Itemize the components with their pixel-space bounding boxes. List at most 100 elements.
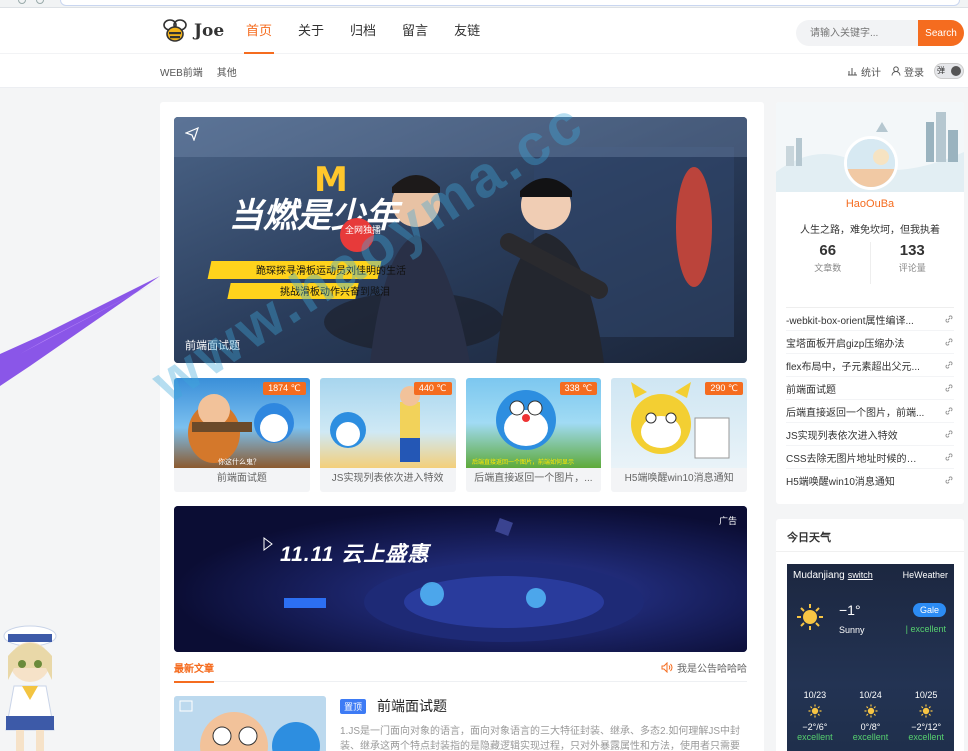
- feed-tabs: 最新文章 我是公告哈哈哈: [174, 656, 747, 683]
- featured-card[interactable]: 后端直接返回一个图片，前端如何显示 338 ℃ 后端直接返回一个图片，...: [465, 378, 602, 492]
- stats-link[interactable]: 统计: [847, 64, 881, 79]
- card-thumbnail: 你这什么鬼？ 1874 ℃: [174, 378, 310, 468]
- featured-card[interactable]: 你这什么鬼？ 1874 ℃ 前端面试题: [174, 378, 310, 492]
- weather-brand[interactable]: HeWeather: [903, 570, 948, 580]
- link-icon: [945, 338, 953, 346]
- wind-badge: Gale: [912, 603, 946, 617]
- list-item[interactable]: 后端直接返回一个图片，前端...: [786, 399, 954, 422]
- recent-post-title: CSS去除无图片地址时候的边框: [786, 453, 926, 465]
- list-item[interactable]: -webkit-box-orient属性编译...: [786, 307, 954, 330]
- speaker-icon: [661, 662, 673, 673]
- stat-articles: 66 文章数: [786, 242, 870, 284]
- category-web-frontend[interactable]: WEB前端: [160, 64, 203, 79]
- back-icon[interactable]: [18, 0, 26, 4]
- hero-banner[interactable]: 当燃是少年 M 全网独播 跪琛探寻滑板运动员刘佳明的生活 挑战滑板动作兴奋到飚泪…: [174, 117, 747, 363]
- featured-card[interactable]: 440 ℃ JS实现列表依次进入特效: [319, 378, 456, 492]
- search-button[interactable]: Search: [918, 20, 964, 46]
- recent-posts: -webkit-box-orient属性编译... 宝塔面板开启gizp压缩办法…: [786, 307, 954, 491]
- stat-label: 文章数: [814, 263, 842, 273]
- list-item[interactable]: CSS去除无图片地址时候的边框: [786, 445, 954, 468]
- avatar[interactable]: [844, 136, 898, 190]
- card-overlay-text: 后端直接返回一个图片，前端如何显示: [472, 458, 574, 466]
- forecast-day: 10/23 −2°/6° excellent: [787, 690, 843, 742]
- list-item[interactable]: 宝塔面板开启gizp压缩办法: [786, 330, 954, 353]
- nav-links[interactable]: 友链: [454, 8, 480, 54]
- card-title: JS实现列表依次进入特效: [331, 473, 444, 484]
- city-name: Mudanjiang: [793, 570, 845, 581]
- author-stats: 66 文章数 133 评论量: [786, 242, 954, 284]
- reload-icon[interactable]: [36, 0, 44, 4]
- barrage-toggle[interactable]: 弹: [934, 63, 964, 79]
- pinned-badge: 置顶: [340, 699, 367, 714]
- list-item[interactable]: flex布局中，子元素超出父元...: [786, 353, 954, 376]
- stat-comments: 133 评论量: [869, 242, 955, 284]
- recent-post-title: H5端唤醒win10消息通知: [786, 476, 895, 488]
- mascot-character[interactable]: [0, 620, 60, 751]
- ad-image: [174, 506, 747, 652]
- login-label: 登录: [904, 67, 924, 79]
- author-name[interactable]: HaoOuBa: [776, 198, 964, 210]
- announcement[interactable]: 我是公告哈哈哈: [661, 660, 747, 675]
- address-bar[interactable]: [60, 0, 960, 6]
- weather-city: Mudanjiang switch: [793, 570, 873, 581]
- card-thumbnail: 440 ℃: [319, 378, 456, 468]
- recent-post-title: -webkit-box-orient属性编译...: [786, 315, 914, 327]
- toggle-label: 弹: [937, 66, 945, 75]
- stats-label: 统计: [861, 67, 881, 79]
- heat-badge: 1874 ℃: [263, 382, 306, 395]
- search-input[interactable]: [796, 20, 918, 46]
- card-thumbnail: 后端直接返回一个图片，前端如何显示 338 ℃: [465, 378, 602, 468]
- sun-icon: [864, 704, 877, 718]
- recent-post-title: 宝塔面板开启gizp压缩办法: [786, 338, 905, 350]
- article-item[interactable]: 置顶 前端面试题 1.JS是一门面向对象的语言，面向对象语言的三大特征封装、继承…: [174, 696, 747, 751]
- header-tools: 统计 登录 弹: [847, 63, 964, 79]
- list-item[interactable]: JS实现列表依次进入特效: [786, 422, 954, 445]
- poster-tag: 全网独播: [345, 224, 381, 236]
- tab-latest-articles[interactable]: 最新文章: [174, 660, 214, 683]
- list-item[interactable]: 前端面试题: [786, 376, 954, 399]
- weather-panel: Mudanjiang switch HeWeather −1° Sunny Gal…: [787, 564, 954, 751]
- poster-line-2: 挑战滑板动作兴奋到飚泪: [280, 285, 390, 298]
- forecast-date: 10/25: [914, 690, 938, 700]
- link-icon: [945, 430, 953, 438]
- forecast-range: −2°/12°: [911, 722, 942, 732]
- nav-archive[interactable]: 归档: [350, 8, 376, 54]
- stat-label: 评论量: [898, 263, 926, 273]
- nav-guestbook[interactable]: 留言: [402, 8, 428, 54]
- nav-home[interactable]: 首页: [243, 8, 275, 54]
- link-icon: [945, 407, 953, 415]
- weather-widget: 今日天气 Mudanjiang switch HeWeather −1° Sunn…: [776, 519, 964, 751]
- ad-headline: 11.11 云上盛惠: [280, 543, 430, 566]
- sun-icon: [797, 604, 823, 630]
- forecast-quality: excellent: [852, 732, 889, 742]
- category-other[interactable]: 其他: [217, 64, 237, 79]
- featured-card[interactable]: 290 ℃ H5端唤醒win10消息通知: [611, 378, 747, 492]
- list-item[interactable]: H5端唤醒win10消息通知: [786, 468, 954, 491]
- article-title[interactable]: 前端面试题: [377, 696, 447, 716]
- login-link[interactable]: 登录: [891, 64, 924, 79]
- divider: [776, 551, 964, 552]
- send-icon[interactable]: [185, 127, 199, 141]
- author-card: HaoOuBa 人生之路，难免坎坷，但我执着 66 文章数 133 评论量 -w…: [776, 102, 964, 504]
- featured-cards: 你这什么鬼？ 1874 ℃ 前端面试题 440 ℃ JS实现列表依次进入特效 后…: [174, 378, 747, 492]
- card-thumbnail: 290 ℃: [611, 378, 747, 468]
- card-title: H5端唤醒win10消息通知: [624, 473, 734, 484]
- site-logo[interactable]: Joe: [160, 16, 224, 46]
- category-nav: WEB前端 其他: [160, 64, 237, 79]
- switch-city-link[interactable]: switch: [848, 570, 873, 580]
- nav-about[interactable]: 关于: [298, 8, 324, 54]
- poster-line-1: 跪琛探寻滑板运动员刘佳明的生活: [256, 264, 406, 277]
- heat-badge: 290 ℃: [705, 382, 743, 395]
- card-overlay-text: 你这什么鬼？: [218, 457, 260, 466]
- heat-badge: 440 ℃: [413, 382, 452, 395]
- card-title: 后端直接返回一个图片，...: [474, 473, 593, 484]
- link-icon: [945, 384, 953, 392]
- header-main-row: Joe 首页 关于 归档 留言 友链 Search: [0, 8, 968, 54]
- link-icon: [945, 315, 953, 323]
- user-icon: [891, 66, 901, 76]
- bee-logo-icon: [163, 19, 187, 42]
- ad-banner[interactable]: 11.11 云上盛惠 广告: [174, 506, 747, 652]
- hero-image: 当燃是少年 M 全网独播 跪琛探寻滑板运动员刘佳明的生活 挑战滑板动作兴奋到飚泪: [174, 117, 747, 363]
- forecast-date: 10/24: [859, 690, 882, 700]
- ad-tag: 广告: [718, 516, 737, 526]
